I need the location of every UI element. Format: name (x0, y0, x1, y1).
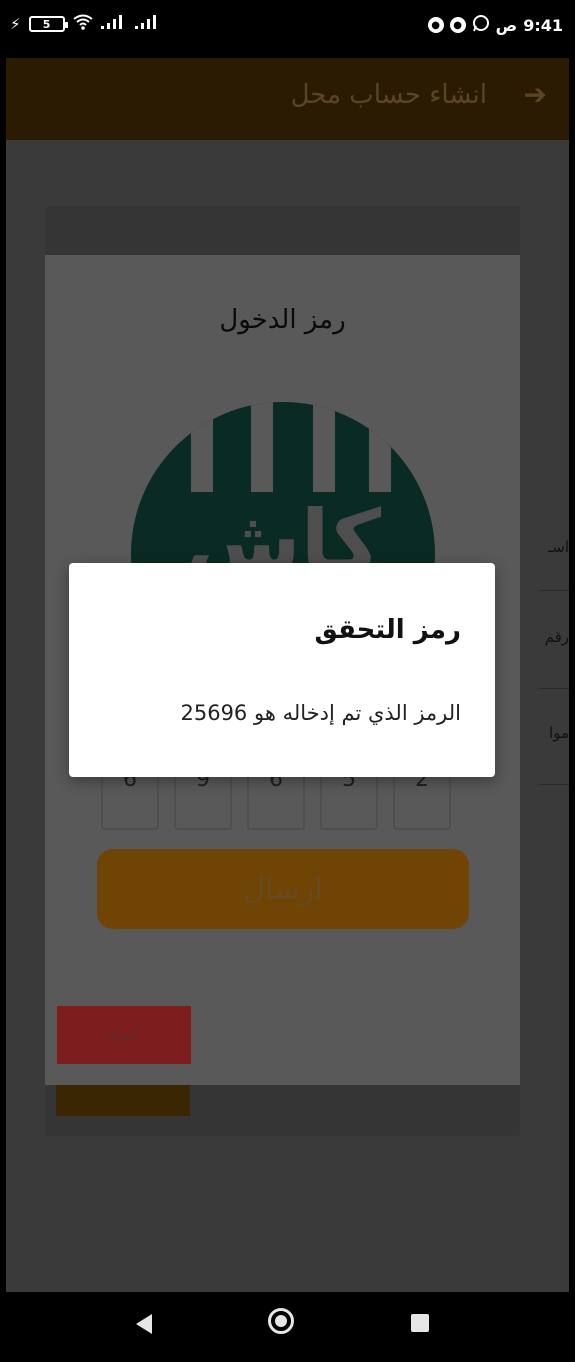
field-divider (539, 590, 569, 591)
field-label-partial: رقم (544, 628, 569, 646)
code-dialog-title: رمز الدخول (219, 305, 346, 335)
recents-icon[interactable] (411, 1314, 429, 1332)
send-button[interactable]: ارسال (97, 849, 469, 929)
field-label-partial: موا (549, 724, 569, 742)
home-icon[interactable] (268, 1308, 294, 1334)
cancel-button[interactable]: الغاء (57, 1006, 191, 1064)
back-icon[interactable] (136, 1314, 152, 1334)
battery-level: 5 (42, 17, 51, 31)
alert-title: رمز التحقق (314, 615, 461, 645)
status-right-icons: ● ● ص 9:41 (427, 14, 563, 36)
app-bar: انشاء حساب محل ➔ (6, 58, 569, 140)
wifi-icon (72, 14, 93, 34)
status-left-icons: ⚡ 5 (10, 14, 161, 34)
notification-icon: ● (427, 17, 444, 33)
logo-bar (369, 402, 391, 492)
field-label-partial: اسـ (547, 538, 569, 556)
alert-message: الرمز الذي تم إدخاله هو 25696 (180, 701, 461, 725)
status-bar: ⚡ 5 ● ● ص 9:41 (6, 0, 569, 58)
battery-icon: 5 (28, 16, 68, 32)
logo-bar (251, 402, 273, 492)
signal-icon (134, 15, 161, 33)
navigation-bar (6, 1292, 569, 1362)
verification-alert: رمز التحقق الرمز الذي تم إدخاله هو 25696 (69, 563, 495, 777)
arrow-right-icon[interactable]: ➔ (524, 78, 547, 111)
field-divider (539, 784, 569, 785)
time-period: ص (495, 15, 518, 35)
phone-screen: ⚡ 5 ● ● ص 9:41 انشاء حساب محل ➔ اسـ رقم … (6, 0, 569, 1362)
clock: 9:41 (523, 15, 563, 35)
logo-bar (191, 402, 213, 492)
logo-bar (313, 402, 335, 492)
whatsapp-icon (472, 14, 490, 36)
field-divider (539, 688, 569, 689)
notification-icon: ● (449, 17, 466, 33)
charging-icon: ⚡ (10, 15, 21, 33)
signal-icon (100, 15, 127, 33)
app-bar-title: انشاء حساب محل (290, 80, 487, 110)
